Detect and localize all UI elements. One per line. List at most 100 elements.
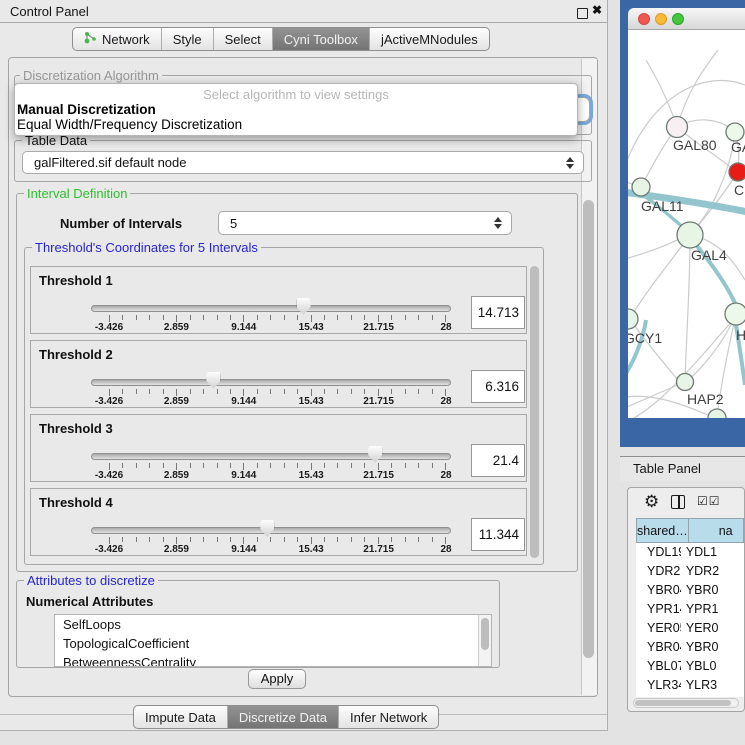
table-hscrollbar-thumb[interactable] — [635, 700, 731, 706]
threshold-slider-thumb[interactable] — [206, 372, 220, 389]
table-row[interactable]: YLR345WYLR3 — [636, 676, 744, 695]
network-node[interactable] — [708, 409, 726, 418]
number-of-intervals-select[interactable]: 5 — [218, 211, 512, 235]
close-icon[interactable]: ✖ — [592, 3, 602, 17]
close-light[interactable] — [638, 13, 650, 25]
table-header-row: shared… na — [636, 518, 744, 543]
tab-label: jActiveMNodules — [381, 32, 478, 47]
network-node-gal11[interactable] — [632, 178, 650, 196]
threshold-slider-track[interactable] — [91, 453, 451, 460]
threshold-row-4: Threshold 4-3.4262.8599.14415.4321.71528… — [30, 488, 527, 556]
slider-tick-label: -3.426 — [95, 322, 123, 333]
network-node-h[interactable] — [725, 303, 745, 325]
network-icon — [84, 31, 97, 47]
outer-scrollbar-thumb[interactable] — [583, 200, 594, 658]
bottom-tab-impute-data[interactable]: Impute Data — [134, 706, 227, 728]
table-row[interactable]: YBR043CYBR0 — [636, 581, 744, 600]
minimize-light[interactable] — [655, 13, 667, 25]
cell-name: YER0 — [681, 619, 744, 638]
column-header-name[interactable]: na — [689, 518, 744, 543]
node-label: GAL11 — [641, 198, 684, 214]
algorithm-option-equal-width-frequency-discretization[interactable]: Equal Width/Frequency Discretization — [17, 117, 242, 132]
slider-tick-label: 21.715 — [363, 544, 394, 555]
attribute-item-selfloops[interactable]: SelfLoops — [55, 615, 491, 634]
column-split-icon[interactable] — [671, 495, 685, 509]
network-node-gal80[interactable] — [667, 117, 688, 138]
cell-name: YPR1 — [681, 600, 744, 619]
table-row[interactable]: YBL079WYBL0 — [636, 657, 744, 676]
attributes-scrollbar[interactable] — [478, 615, 491, 666]
cell-name: YBR0 — [681, 581, 744, 600]
number-of-intervals-label: Number of Intervals — [60, 216, 182, 231]
node-table[interactable]: shared… na YDL19…YDL1YDR27…YDR2YBR043CYB… — [636, 518, 744, 697]
node-label: GAL80 — [673, 137, 717, 153]
slider-ticks — [109, 537, 446, 545]
zoom-light[interactable] — [672, 13, 684, 25]
gear-icon[interactable]: ⚙ — [644, 492, 659, 512]
table-panel-container: ⚙ ☑☑ shared… na YDL19…YDL1YDR27…YDR2YBR0… — [627, 487, 745, 712]
thresholds-group-label: Threshold's Coordinates for 5 Intervals — [32, 240, 261, 255]
slider-tick-label: 2.859 — [164, 322, 189, 333]
threshold-slider-track[interactable] — [91, 379, 451, 386]
threshold-value-field[interactable]: 11.344 — [471, 518, 525, 551]
slider-ticks — [109, 463, 446, 471]
threshold-slider-thumb[interactable] — [368, 446, 382, 463]
network-node-c[interactable] — [729, 163, 745, 181]
threshold-slider-track[interactable] — [91, 305, 451, 312]
control-panel-title: Control Panel — [10, 4, 89, 19]
threshold-value-field[interactable]: 21.4 — [471, 444, 525, 477]
tab-style[interactable]: Style — [161, 28, 213, 50]
slider-ticks — [109, 389, 446, 397]
attribute-item-topologicalcoefficient[interactable]: TopologicalCoefficient — [55, 634, 491, 653]
bottom-tabbar: Impute DataDiscretize DataInfer Network — [133, 705, 439, 729]
threshold-label: Threshold 4 — [39, 495, 113, 510]
tab-cyni-toolbox[interactable]: Cyni Toolbox — [272, 28, 369, 50]
float-window-icon[interactable] — [577, 8, 588, 19]
cell-name: YDR2 — [681, 562, 744, 581]
threshold-value-field[interactable]: 14.713 — [471, 296, 525, 329]
network-node-gal4[interactable] — [677, 222, 703, 248]
threshold-slider-thumb[interactable] — [297, 298, 311, 315]
table-hscrollbar[interactable] — [633, 698, 739, 708]
table-row[interactable]: YBR045CYBR0 — [636, 638, 744, 657]
tab-jactivemnodules[interactable]: jActiveMNodules — [369, 28, 489, 50]
threshold-row-1: Threshold 1-3.4262.8599.14415.4321.71528… — [30, 266, 527, 334]
threshold-slider-thumb[interactable] — [260, 520, 274, 537]
bottom-tab-discretize-data[interactable]: Discretize Data — [227, 706, 338, 728]
bottom-tab-infer-network[interactable]: Infer Network — [338, 706, 438, 728]
slider-tick-label: 15.43 — [299, 470, 324, 481]
slider-tick-label: 9.144 — [231, 470, 256, 481]
attributes-scrollbar-thumb[interactable] — [481, 618, 489, 650]
table-row[interactable]: YDL19…YDL1 — [636, 543, 744, 562]
network-canvas[interactable]: GAL80GACGAL11GAL4GCY1HHAP2 — [628, 30, 745, 418]
table-row[interactable]: YER054CYER0 — [636, 619, 744, 638]
slider-tick-label: 21.715 — [363, 470, 394, 481]
table-data-select[interactable]: galFiltered.sif default node — [22, 151, 584, 174]
cell-name: YLR3 — [681, 676, 744, 695]
table-row[interactable]: YIL052CYIL0 — [636, 695, 744, 697]
threshold-label: Threshold 1 — [39, 273, 113, 288]
attribute-item-betweennesscentrality[interactable]: BetweennessCentrality — [55, 653, 491, 667]
slider-tick-label: -3.426 — [95, 470, 123, 481]
table-row[interactable]: YDR27…YDR2 — [636, 562, 744, 581]
network-window-titlebar[interactable] — [628, 8, 745, 30]
network-node-gcy1[interactable] — [628, 309, 638, 329]
apply-button[interactable]: Apply — [248, 669, 306, 689]
network-node-hap2[interactable] — [677, 374, 694, 391]
tab-select[interactable]: Select — [213, 28, 272, 50]
tab-network[interactable]: Network — [73, 28, 161, 50]
algorithm-option-manual-discretization[interactable]: Manual Discretization — [17, 102, 156, 117]
cell-shared-name: YPR145W — [636, 600, 681, 619]
numerical-attributes-label: Numerical Attributes — [26, 594, 153, 609]
thresholds-scrollbar-thumb[interactable] — [530, 266, 539, 558]
checkbox-pair-icon[interactable]: ☑☑ — [697, 494, 721, 508]
node-label: GA — [731, 139, 745, 155]
numerical-attributes-list[interactable]: SelfLoopsTopologicalCoefficientBetweenne… — [54, 614, 492, 667]
table-row[interactable]: YPR145WYPR1 — [636, 600, 744, 619]
threshold-value-field[interactable]: 6.316 — [471, 370, 525, 403]
cell-shared-name: YER054C — [636, 619, 681, 638]
slider-tick-label: 9.144 — [231, 396, 256, 407]
slider-tick-label: 15.43 — [299, 544, 324, 555]
threshold-row-3: Threshold 3-3.4262.8599.14415.4321.71528… — [30, 414, 527, 482]
column-header-shared-name[interactable]: shared… — [636, 518, 689, 543]
